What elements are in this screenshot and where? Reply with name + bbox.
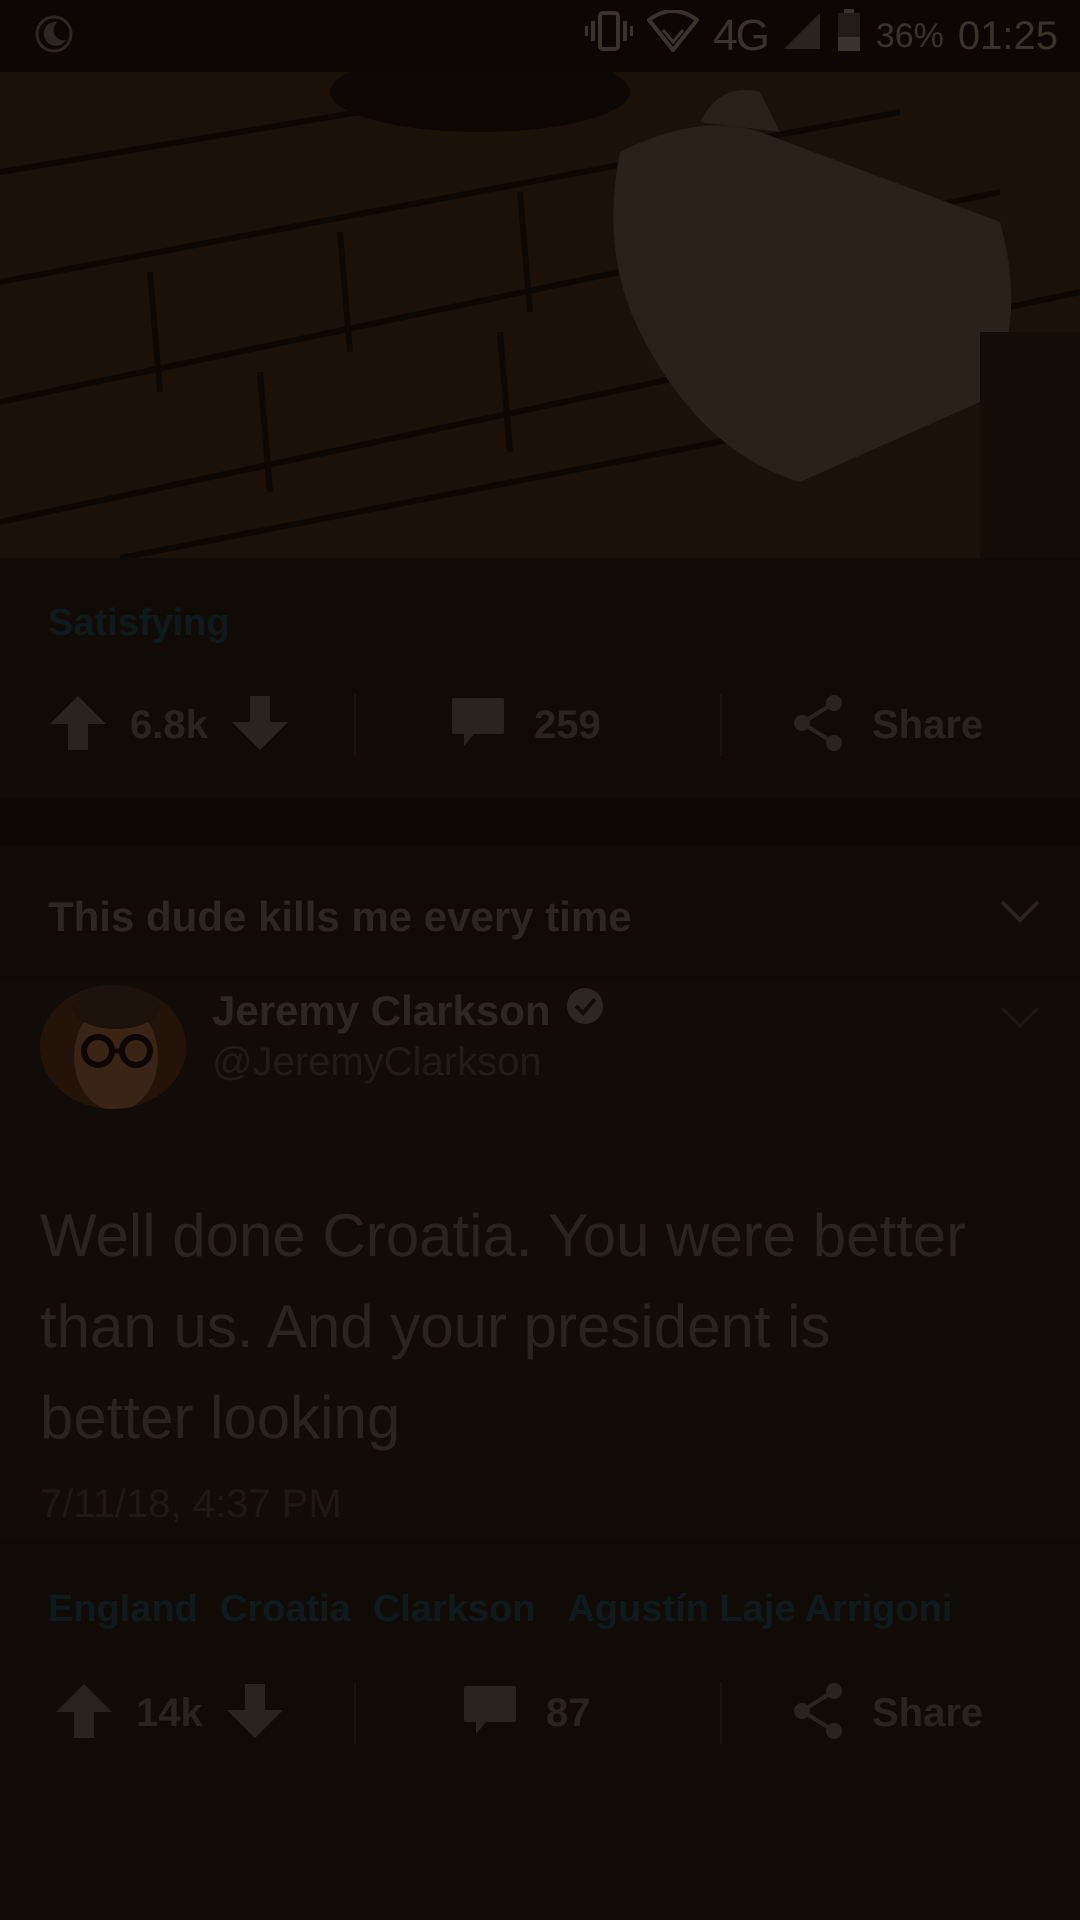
tag[interactable]: England (48, 1588, 198, 1631)
chevron-down-icon[interactable] (1000, 898, 1040, 931)
post1-comments-button[interactable]: 259 (450, 680, 601, 770)
post1-comment-count: 259 (534, 702, 601, 747)
post1-vote-group: 6.8k (48, 680, 290, 770)
comment-icon (450, 696, 506, 755)
share-icon (790, 693, 846, 758)
network-type: 4G (713, 11, 770, 60)
battery-icon (836, 9, 862, 63)
post2-upvote-count: 14k (136, 1690, 203, 1735)
post1-share-label: Share (872, 702, 984, 747)
post2-action-row: 14k 87 Share (0, 1668, 1080, 1758)
signal-icon (782, 11, 822, 61)
post1-subreddit[interactable]: Satisfying (48, 602, 230, 645)
post2-vote-group: 14k (54, 1668, 285, 1758)
vibrate-icon (585, 9, 634, 63)
tweet-date: 7/11/18, 4:37 PM (40, 1482, 342, 1526)
upvote-icon[interactable] (54, 1682, 114, 1745)
tweet-author-name-text: Jeremy Clarkson (212, 987, 551, 1034)
tag[interactable]: Croatia (220, 1588, 351, 1631)
post2-title[interactable]: This dude kills me every time (48, 893, 632, 941)
status-bar: 4G 36% 01:25 (0, 0, 1080, 72)
divider (354, 1682, 356, 1744)
downvote-icon[interactable] (230, 694, 290, 757)
comment-icon (462, 1684, 518, 1743)
downvote-icon[interactable] (225, 1682, 285, 1745)
share-icon (790, 1681, 846, 1746)
post1-action-row: 6.8k 259 Share (0, 680, 1080, 770)
upvote-icon[interactable] (48, 694, 108, 757)
post-separator (0, 798, 1080, 846)
chevron-down-icon[interactable] (1000, 1004, 1040, 1035)
divider (720, 694, 722, 756)
clock: 01:25 (957, 13, 1058, 58)
wifi-icon (646, 9, 700, 62)
divider (720, 1682, 722, 1744)
status-icons: 4G 36% 01:25 (585, 0, 1058, 72)
post1-upvote-count: 6.8k (130, 702, 208, 747)
battery-percent: 36% (875, 16, 944, 55)
tag[interactable]: Agustín Laje Arrigoni (567, 1588, 952, 1631)
tag[interactable]: Clarkson (373, 1588, 536, 1631)
divider (354, 694, 356, 756)
post2-tags: England Croatia Clarkson Agustín Laje Ar… (48, 1588, 952, 1631)
tweet-text: Well done Croatia. You were better than … (40, 1202, 967, 1451)
avatar (40, 985, 186, 1109)
tweet-author-name: Jeremy Clarkson (212, 986, 605, 1036)
post1-share-button[interactable]: Share (790, 680, 983, 770)
night-mode-icon (34, 14, 74, 54)
post2-share-button[interactable]: Share (790, 1668, 983, 1758)
post-image[interactable] (0, 72, 1080, 558)
verified-icon (565, 986, 605, 1036)
tweet-author-handle: @JeremyClarkson (212, 1040, 542, 1084)
post2-share-label: Share (872, 1690, 984, 1735)
post2-comment-count: 87 (546, 1690, 591, 1735)
post2-comments-button[interactable]: 87 (462, 1668, 591, 1758)
